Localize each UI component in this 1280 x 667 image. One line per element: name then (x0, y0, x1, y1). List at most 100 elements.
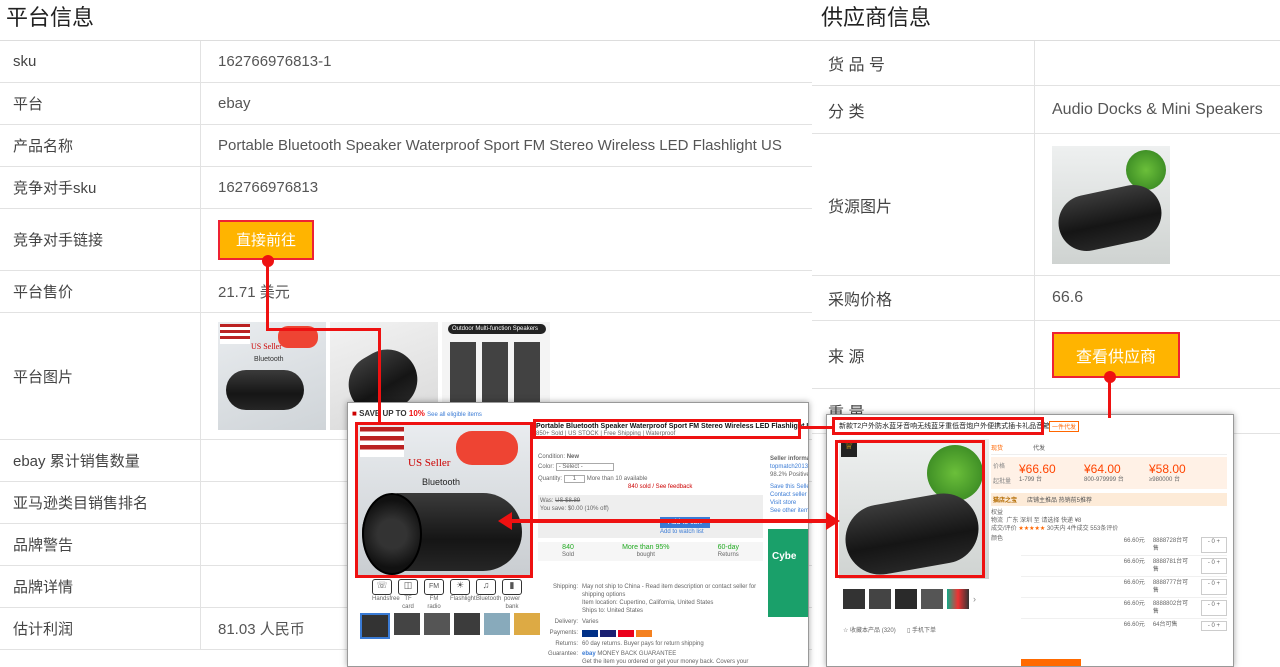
view-supplier-button[interactable]: 查看供应商 (1052, 331, 1180, 378)
tab-dropship[interactable]: 代发 (1033, 443, 1045, 452)
rating-stars: ★★★★★ (1018, 526, 1046, 532)
annotation-line (378, 328, 381, 424)
table-row: 竞争对手链接 直接前往 (0, 209, 812, 271)
gallery-thumb[interactable] (869, 589, 891, 609)
quantity-stepper[interactable]: - 0 + (1200, 621, 1227, 631)
supplier-gallery: › (843, 589, 976, 609)
tag-icon: ■ (352, 409, 357, 418)
variant-row: 66.60元 8888728台可售 - 0 + (1021, 535, 1227, 556)
table-row: 来 源 查看供应商 (812, 321, 1280, 389)
speaker-icon (1053, 179, 1167, 256)
row-label: 来 源 (812, 321, 1035, 388)
follow-product[interactable]: ☆ 收藏本产品 (320) (843, 625, 896, 634)
handsfree-icon: ☏ Handsfree (372, 579, 400, 602)
supplier-image[interactable] (1052, 145, 1170, 264)
supplier-pricing: 现货 代发 价格 起批量 ¥66.60 1-799 台 ¥64.00 800-979… (991, 443, 1227, 633)
ebay-logo: ebay (582, 651, 596, 657)
table-row: 货 品 号 (812, 41, 1280, 86)
shipping-details: Shipping: May not ship to China - Read it… (547, 584, 757, 665)
row-label: 货源图片 (812, 134, 1035, 275)
row-label: 估计利润 (0, 608, 201, 649)
quantity-stepper[interactable]: - 0 + (1200, 558, 1227, 574)
gallery-thumb[interactable] (484, 613, 510, 635)
feature-icons: ☏ Handsfree ◫ TF card FM FM radio ☀ Flashlig… (372, 579, 522, 611)
goto-competitor-button[interactable]: 直接前往 (218, 219, 314, 260)
gallery-thumb[interactable] (360, 613, 390, 639)
sku-value: 162766976813-1 (218, 53, 332, 70)
store-banner[interactable]: 猫店之宝 店铺主推品 热销前5推荐 (991, 493, 1227, 506)
purchase-price-value: 66.6 (1052, 289, 1084, 306)
variant-row: 66.60元 8888777台可售 - 0 + (1021, 577, 1227, 598)
supplier-info-title: 供应商信息 (821, 5, 932, 30)
row-label: 采购价格 (812, 276, 1035, 320)
order-button[interactable] (1021, 659, 1081, 666)
row-label: sku (0, 41, 201, 82)
category-value: Audio Docks & Mini Speakers (1052, 100, 1263, 118)
platform-info-title: 平台信息 (6, 5, 95, 30)
annotation-line (801, 426, 832, 429)
plant-icon (1126, 149, 1166, 190)
variant-row: 66.60元 8888781台可售 - 0 + (1021, 556, 1227, 577)
row-label: 品牌详情 (0, 566, 201, 607)
supplier-tabs: 现货 代发 (991, 443, 1227, 455)
row-label: 亚马逊类目销售排名 (0, 482, 201, 523)
platform-value: ebay (218, 95, 251, 112)
arrow-right-icon (826, 512, 840, 530)
table-row: 分 类 Audio Docks & Mini Speakers (812, 86, 1280, 134)
tab-in-stock[interactable]: 现货 (991, 443, 1003, 452)
bluetooth-icon: ♫ Bluetooth (476, 579, 502, 602)
platform-price-value: 21.71 美元 (218, 284, 290, 301)
quantity-input[interactable]: 1 (563, 475, 586, 483)
arrow-left-icon (498, 512, 512, 530)
gallery-thumb[interactable] (947, 589, 969, 609)
gallery-thumb[interactable] (921, 589, 943, 609)
gallery-thumb[interactable] (843, 589, 865, 609)
seller-link[interactable]: See other items (770, 507, 808, 515)
row-label: ebay 累计销售数量 (0, 440, 201, 481)
fm-radio-icon: FM FM radio (424, 579, 444, 611)
table-row: sku 162766976813-1 (0, 41, 812, 83)
row-label: 平台 (0, 83, 201, 124)
seller-link[interactable]: Visit store (770, 499, 806, 507)
tf-card-icon: ◫ TF card (398, 579, 418, 611)
competitor-sku-value: 162766976813 (218, 179, 319, 196)
supplier-info-table: 货 品 号 分 类 Audio Docks & Mini Speakers 货源… (812, 40, 1280, 434)
gallery-thumb[interactable] (394, 613, 420, 635)
listing-stats: 840 Sold More than 95% bought 60-day Return… (538, 542, 763, 561)
price-band: 价格 起批量 ¥66.60 1-799 台 ¥64.00 800-979999 台 … (991, 457, 1227, 489)
save-banner: ■ SAVE UP TO 10% See all eligible items (352, 409, 482, 418)
quantity-stepper[interactable]: - 0 + (1200, 579, 1227, 595)
table-row: 产品名称 Portable Bluetooth Speaker Waterpro… (0, 125, 812, 167)
row-label: 竞争对手sku (0, 167, 201, 208)
row-label: 平台售价 (0, 271, 201, 312)
annotation-line (1108, 378, 1111, 418)
gallery-thumb[interactable] (514, 613, 540, 635)
chevron-right-icon[interactable]: › (973, 594, 976, 604)
annotation-box-supplier-title (832, 417, 1044, 435)
color-select[interactable]: - Select - (555, 463, 614, 471)
annotation-line (266, 262, 269, 330)
table-row: 平台售价 21.71 美元 (0, 271, 812, 313)
row-label: 分 类 (812, 86, 1035, 133)
seller-link[interactable]: Contact seller (770, 491, 807, 499)
product-thumbnail[interactable]: US Seller Bluetooth (218, 322, 326, 430)
mobile-order[interactable]: ▯ 手机下单 (907, 625, 936, 634)
gallery-thumb[interactable] (424, 613, 450, 635)
product-name-value: Portable Bluetooth Speaker Waterproof Sp… (218, 137, 782, 154)
quantity-stepper[interactable]: - 0 + (1200, 600, 1227, 616)
table-row: 货源图片 (812, 134, 1280, 276)
gallery-thumb[interactable] (895, 589, 917, 609)
gallery-thumb[interactable] (454, 613, 480, 635)
row-label: 品牌警告 (0, 524, 201, 565)
add-to-watchlist-link[interactable]: Add to watch list (660, 528, 761, 536)
power-bank-icon: ▮ power bank (502, 579, 522, 610)
eligible-items-link[interactable]: See all eligible items (427, 412, 482, 418)
variant-row: 66.60元 8888802台可售 - 0 + (1021, 598, 1227, 619)
mastercard-icon (618, 629, 634, 637)
table-row: 采购价格 66.6 (812, 276, 1280, 321)
annotation-box-ebay-image (355, 422, 533, 578)
quantity-stepper[interactable]: - 0 + (1200, 537, 1227, 553)
promo-panel[interactable]: Cybe (768, 529, 808, 617)
us-flag-icon (220, 324, 250, 344)
seller-link[interactable]: Save this Seller (770, 483, 808, 491)
